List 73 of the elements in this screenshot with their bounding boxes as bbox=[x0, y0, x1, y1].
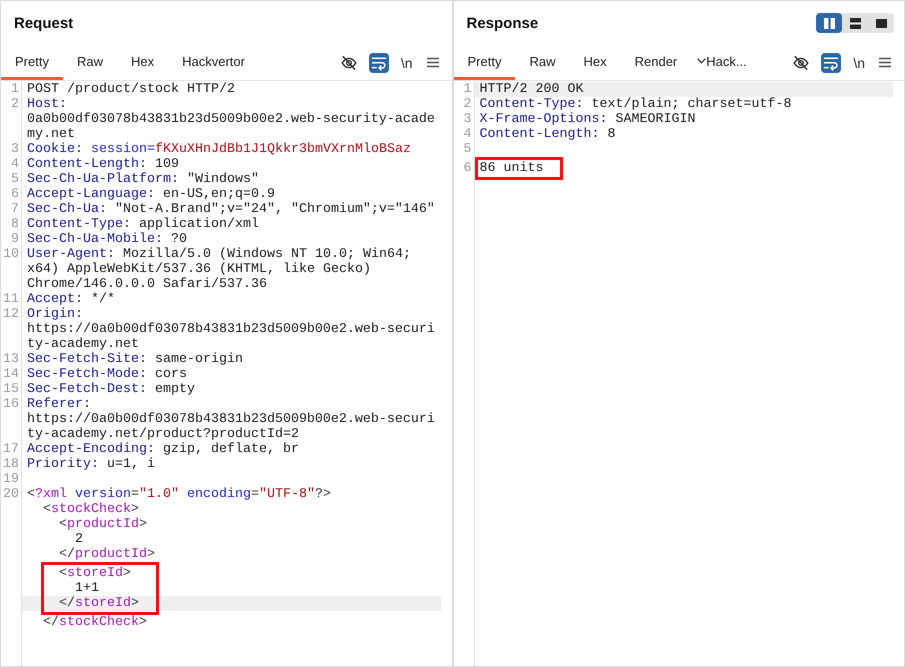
line-number: 12 bbox=[3, 307, 19, 322]
line-number: 7 bbox=[11, 202, 19, 217]
code-line: Sec-Fetch-Mode: cors bbox=[27, 367, 187, 382]
code-line: </storeId> bbox=[58, 596, 139, 611]
code-line: </productId> bbox=[58, 547, 155, 562]
code-line: 2 bbox=[74, 532, 83, 547]
code-line: Sec-Fetch-Dest: empty bbox=[27, 382, 195, 397]
newline-button[interactable]: \n bbox=[398, 52, 414, 72]
line-number: 3 bbox=[464, 112, 472, 127]
line-number: 10 bbox=[3, 247, 19, 262]
code-line: Accept-Encoding: gzip, deflate, br bbox=[27, 442, 299, 457]
line-number: 4 bbox=[11, 157, 19, 172]
caret-icon[interactable] bbox=[697, 58, 706, 64]
panel-title: Response bbox=[466, 14, 538, 32]
two-columns-icon[interactable] bbox=[824, 18, 834, 28]
tab[interactable]: Hackvertor bbox=[168, 45, 259, 80]
code-line: </stockCheck> bbox=[42, 615, 147, 630]
tab[interactable]: Pretty bbox=[1, 45, 63, 80]
line-number: 3 bbox=[11, 142, 19, 157]
code-line: Content-Type: application/xml bbox=[27, 217, 259, 232]
code-line: Accept: */* bbox=[27, 292, 115, 307]
code-line: Accept-Language: en-US,en;q=0.9 bbox=[27, 187, 275, 202]
line-number: 1 bbox=[11, 82, 19, 97]
split-columns-button[interactable] bbox=[816, 13, 842, 33]
code-line: Cookie: session=fKXuXHnJdBb1J1Qkkr3bmVXrnMloBSaz bbox=[27, 142, 411, 157]
tab[interactable]: Render bbox=[620, 45, 692, 80]
code-line: Host: 0a0b00df03078b43831b23d5009b00e2.web-security-academy.net bbox=[27, 97, 436, 142]
code-line: <?xml version="1.0" encoding="UTF-8"?> bbox=[27, 487, 331, 502]
code-line: Priority: u=1, i bbox=[27, 457, 155, 472]
line-number: 14 bbox=[3, 367, 19, 382]
line-number: 2 bbox=[11, 97, 19, 112]
code-line: HTTP/2 200 OK bbox=[480, 82, 584, 97]
code-line: <productId> bbox=[58, 517, 147, 532]
square-icon[interactable] bbox=[876, 18, 886, 28]
line-number: 16 bbox=[3, 397, 19, 412]
tab[interactable]: Raw bbox=[515, 45, 570, 80]
code-line: User-Agent: Mozilla/5.0 (Windows NT 10.0; Win64; x64) AppleWebKit/537.36 (KHTML, like Gecko) Chrome/146.0.0.0 Safari/537.36 bbox=[27, 247, 412, 292]
line-number: 8 bbox=[11, 217, 19, 232]
code-line: Content-Type: text/plain; charset=utf-8 bbox=[480, 97, 792, 112]
line-number: 19 bbox=[3, 472, 19, 487]
line-number: 11 bbox=[3, 292, 19, 307]
code-line: Sec-Ch-Ua: "Not-A.Brand";v="24", "Chromium";v="146" bbox=[27, 202, 435, 217]
tab[interactable]: Hex bbox=[116, 45, 168, 80]
line-number: 6 bbox=[464, 161, 472, 176]
code-line: Sec-Ch-Ua-Mobile: ?0 bbox=[27, 232, 187, 247]
newline-button[interactable]: \n bbox=[851, 52, 867, 72]
code-line: Sec-Fetch-Site: same-origin bbox=[27, 352, 243, 367]
line-number: 9 bbox=[11, 232, 19, 247]
code-line: <storeId> bbox=[58, 566, 131, 581]
line-number: 1 bbox=[464, 82, 472, 97]
code-line: 86 units bbox=[480, 161, 544, 176]
line-number: 2 bbox=[464, 97, 472, 112]
code-line: X-Frame-Options: SAMEORIGIN bbox=[480, 112, 696, 127]
line-number: 5 bbox=[464, 142, 472, 157]
line-number: 6 bbox=[11, 187, 19, 202]
line-number: 4 bbox=[464, 127, 472, 142]
line-number: 17 bbox=[3, 442, 19, 457]
code-line: <stockCheck> bbox=[42, 502, 139, 517]
code-line: 1+1 bbox=[74, 581, 99, 596]
tab[interactable]: Hex bbox=[569, 45, 621, 80]
line-number: 13 bbox=[3, 352, 19, 367]
code-line: POST /product/stock HTTP/2 bbox=[27, 82, 235, 97]
dropdown-tab[interactable]: Hack... bbox=[691, 45, 761, 80]
code-line: Sec-Ch-Ua-Platform: "Windows" bbox=[27, 172, 259, 187]
line-number: 18 bbox=[3, 457, 19, 472]
tab[interactable]: Raw bbox=[62, 45, 117, 80]
code-line: Content-Length: 109 bbox=[27, 157, 179, 172]
code-line: Content-Length: 8 bbox=[480, 127, 616, 142]
line-number: 20 bbox=[3, 487, 19, 502]
panel-title: Request bbox=[14, 14, 74, 32]
two-rows-icon[interactable] bbox=[850, 18, 860, 28]
line-number: 5 bbox=[11, 172, 19, 187]
line-number: 15 bbox=[3, 382, 19, 397]
